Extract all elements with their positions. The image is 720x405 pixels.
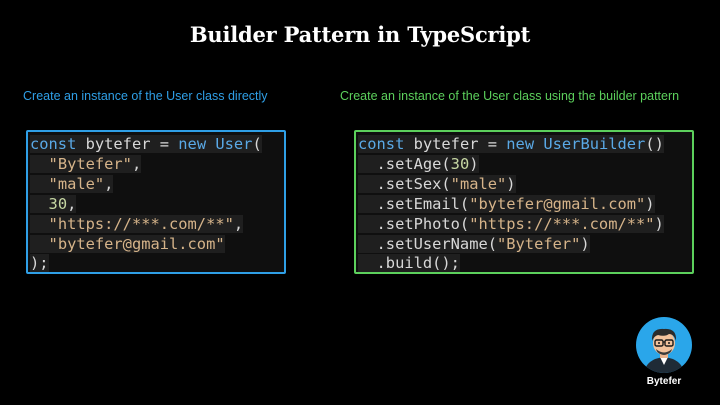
code-token: (: [252, 135, 262, 153]
code-token: bytefer =: [404, 135, 507, 153]
code-token: 30: [450, 154, 470, 173]
code-line: "Bytefer",: [30, 154, 284, 175]
code-token: "https://***.com/**": [469, 214, 655, 233]
code-line-text: const bytefer = new UserBuilder(): [358, 135, 664, 153]
direct-instantiation-code: const bytefer = new User( "Bytefer", "ma…: [28, 132, 284, 274]
code-token: .build();: [358, 254, 460, 273]
code-line: const bytefer = new User(: [30, 135, 284, 155]
code-token: ): [506, 174, 516, 193]
builder-pattern-code-box: const bytefer = new UserBuilder() .setAg…: [354, 130, 694, 274]
code-token: const: [30, 135, 77, 153]
code-line-text: .setPhoto("https://***.com/**"): [358, 214, 664, 233]
code-line-text: const bytefer = new User(: [30, 135, 262, 153]
code-token: );: [30, 254, 49, 273]
avatar-icon: [636, 317, 692, 373]
left-caption: Create an instance of the User class dir…: [23, 89, 268, 103]
code-token: .setUserName(: [358, 234, 497, 253]
code-token: .setAge(: [358, 154, 451, 173]
brand-name: Bytefer: [646, 376, 682, 387]
code-line-text: "Bytefer",: [30, 154, 142, 173]
code-token: bytefer =: [76, 135, 179, 153]
code-token: new: [178, 135, 207, 153]
code-line: .setUserName("Bytefer"): [358, 234, 692, 255]
code-token: UserBuilder: [543, 135, 646, 153]
code-token: .setPhoto(: [358, 214, 470, 233]
code-line: "male",: [30, 174, 284, 195]
code-token: const: [358, 135, 405, 153]
code-line-text: );: [30, 254, 49, 273]
code-line-text: .setAge(30): [358, 154, 479, 173]
code-token: ,: [233, 214, 244, 233]
code-token: .setSex(: [358, 174, 451, 193]
code-line: "https://***.com/**",: [30, 214, 284, 235]
code-line-text: "male",: [30, 174, 114, 193]
builder-pattern-code: const bytefer = new UserBuilder() .setAg…: [356, 132, 692, 274]
code-token: ,: [104, 174, 114, 193]
code-token: User: [215, 135, 253, 153]
code-token: new: [506, 135, 535, 153]
code-line-text: "https://***.com/**",: [30, 214, 244, 233]
code-line: .setSex("male"): [358, 174, 692, 195]
code-token: ): [469, 154, 479, 173]
code-token: ): [654, 214, 664, 233]
code-line: const bytefer = new UserBuilder(): [358, 135, 692, 155]
code-token: ): [580, 234, 590, 253]
page-title: Builder Pattern in TypeScript: [189, 22, 531, 47]
direct-instantiation-code-box: const bytefer = new User( "Bytefer", "ma…: [26, 130, 286, 274]
code-line: "bytefer@gmail.com": [30, 234, 284, 255]
code-line-text: .setUserName("Bytefer"): [358, 234, 590, 253]
code-line: .setPhoto("https://***.com/**"): [358, 214, 692, 235]
code-token: 30: [48, 194, 68, 213]
code-line-text: .setEmail("bytefer@gmail.com"): [358, 194, 655, 213]
code-line: .setEmail("bytefer@gmail.com"): [358, 194, 692, 215]
code-line: 30,: [30, 194, 284, 215]
code-token: "male": [48, 174, 105, 193]
code-token: "Bytefer": [497, 234, 581, 253]
code-token: ): [645, 194, 655, 213]
code-line: .build();: [358, 254, 692, 274]
code-line-text: 30,: [30, 194, 77, 213]
code-token: "male": [450, 174, 507, 193]
code-line-text: .build();: [358, 254, 460, 273]
code-token: "bytefer@gmail.com": [48, 234, 225, 253]
code-line: .setAge(30): [358, 154, 692, 175]
code-line: );: [30, 254, 284, 274]
code-token: ,: [131, 154, 142, 173]
right-caption: Create an instance of the User class usi…: [340, 89, 680, 103]
code-token: (): [645, 135, 664, 153]
code-line-text: "bytefer@gmail.com": [30, 234, 225, 253]
code-token: "https://***.com/**": [48, 214, 234, 233]
code-token: "bytefer@gmail.com": [469, 194, 646, 213]
code-line-text: .setSex("male"): [358, 174, 516, 193]
code-token: "Bytefer": [48, 154, 132, 173]
code-token: .setEmail(: [358, 194, 470, 213]
code-token: ,: [67, 194, 77, 213]
